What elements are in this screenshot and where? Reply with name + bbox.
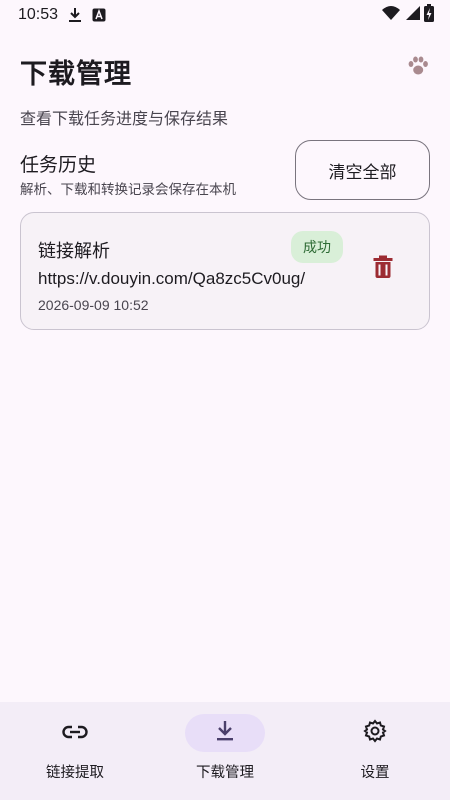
task-card[interactable]: 链接解析 成功 https://v.douyin.com/Qa8zc5Cv0ug… (20, 212, 430, 330)
trash-icon (373, 255, 393, 283)
task-type: 链接解析 (38, 241, 110, 262)
gear-icon (363, 719, 387, 747)
paw-icon[interactable] (406, 54, 430, 78)
nav-item-settings[interactable]: 设置 (300, 702, 450, 800)
page-subtitle: 查看下载任务进度与保存结果 (20, 109, 229, 128)
page-title: 下载管理 (20, 59, 132, 90)
nav-pill-active (185, 714, 265, 752)
bottom-navigation: 链接提取 下载管理 设置 (0, 702, 450, 800)
status-badge-label: 成功 (303, 240, 331, 256)
status-bar: 10:53 (0, 0, 450, 30)
section-title: 任务历史 (20, 154, 97, 176)
status-badge: 成功 (291, 231, 343, 263)
section-description: 解析、下载和转换记录会保存在本机 (20, 182, 236, 198)
nav-label: 链接提取 (46, 765, 104, 781)
nav-pill (35, 714, 115, 752)
clear-all-button[interactable]: 清空全部 (295, 140, 430, 200)
link-icon (62, 724, 88, 743)
delete-button[interactable] (367, 251, 399, 287)
nav-item-download-manage[interactable]: 下载管理 (150, 702, 300, 800)
battery-charging-icon (424, 4, 434, 26)
task-time: 2026-09-09 10:52 (38, 297, 149, 313)
nav-pill (335, 714, 415, 752)
signal-icon (404, 5, 420, 25)
task-url: https://v.douyin.com/Qa8zc5Cv0ug/ (38, 269, 306, 288)
download-icon (68, 7, 82, 23)
download-icon (215, 720, 235, 746)
nav-label: 设置 (360, 765, 390, 781)
nav-label: 下载管理 (196, 765, 254, 781)
a-box-icon (92, 8, 106, 22)
page-header: 下载管理 查看下载任务进度与保存结果 (20, 52, 430, 129)
status-time: 10:53 (18, 6, 59, 23)
history-section-header: 任务历史 解析、下载和转换记录会保存在本机 清空全部 (20, 140, 430, 200)
wifi-icon (382, 5, 400, 25)
nav-item-link-extract[interactable]: 链接提取 (0, 702, 150, 800)
